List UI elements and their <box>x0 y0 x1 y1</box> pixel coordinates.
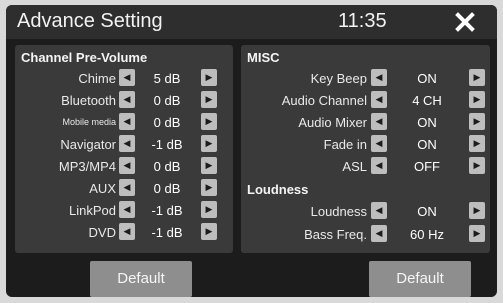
row-mp3-mp4: MP3/MP4 ◀ 0 dB ▶ <box>15 157 233 175</box>
row-label: LinkPod <box>69 203 116 218</box>
row-label: Bass Freq. <box>304 227 367 242</box>
row-value: 0 dB <box>153 159 181 174</box>
section-title-misc: MISC <box>247 50 280 65</box>
row-label: Navigator <box>60 137 116 152</box>
row-label: Mobile media <box>62 117 116 127</box>
decrease-button[interactable]: ◀ <box>371 69 387 86</box>
row-value: ON <box>417 115 437 130</box>
row-audio-channel: Audio Channel ◀ 4 CH ▶ <box>241 91 490 109</box>
increase-button[interactable]: ▶ <box>469 69 485 86</box>
row-asl: ASL ◀ OFF ▶ <box>241 157 490 175</box>
row-label: MP3/MP4 <box>58 159 116 174</box>
increase-button[interactable]: ▶ <box>469 157 485 174</box>
decrease-button[interactable]: ◀ <box>119 157 135 174</box>
row-bass-freq: Bass Freq. ◀ 60 Hz ▶ <box>241 225 490 243</box>
decrease-button[interactable]: ◀ <box>119 223 135 240</box>
decrease-button[interactable]: ◀ <box>119 91 135 108</box>
increase-button[interactable]: ▶ <box>201 135 217 152</box>
row-value: 4 CH <box>412 93 442 108</box>
row-chime: Chime ◀ 5 dB ▶ <box>15 69 233 87</box>
row-dvd: DVD ◀ -1 dB ▶ <box>15 223 233 241</box>
row-aux: AUX ◀ 0 dB ▶ <box>15 179 233 197</box>
row-value: OFF <box>414 159 440 174</box>
row-linkpod: LinkPod ◀ -1 dB ▶ <box>15 201 233 219</box>
row-bluetooth: Bluetooth ◀ 0 dB ▶ <box>15 91 233 109</box>
increase-button[interactable]: ▶ <box>469 135 485 152</box>
increase-button[interactable]: ▶ <box>469 225 485 242</box>
section-title-channel-pre-volume: Channel Pre-Volume <box>21 50 148 65</box>
row-loudness: Loudness ◀ ON ▶ <box>241 202 490 220</box>
row-label: Audio Channel <box>281 93 367 108</box>
row-label: Key Beep <box>310 71 367 86</box>
increase-button[interactable]: ▶ <box>469 202 485 219</box>
decrease-button[interactable]: ◀ <box>371 91 387 108</box>
decrease-button[interactable]: ◀ <box>371 157 387 174</box>
row-mobile-media: Mobile media ◀ 0 dB ▶ <box>15 113 233 131</box>
row-value: ON <box>417 137 437 152</box>
decrease-button[interactable]: ◀ <box>371 225 387 242</box>
increase-button[interactable]: ▶ <box>469 113 485 130</box>
increase-button[interactable]: ▶ <box>201 69 217 86</box>
settings-screen: Advance Setting 11:35 Channel Pre-Volume… <box>6 5 497 297</box>
clock: 11:35 <box>338 10 387 32</box>
channel-pre-volume-panel: Channel Pre-Volume Chime ◀ 5 dB ▶ Blueto… <box>15 45 233 253</box>
increase-button[interactable]: ▶ <box>201 157 217 174</box>
section-title-loudness: Loudness <box>247 182 309 197</box>
row-key-beep: Key Beep ◀ ON ▶ <box>241 69 490 87</box>
decrease-button[interactable]: ◀ <box>119 179 135 196</box>
row-label: AUX <box>89 181 116 196</box>
decrease-button[interactable]: ◀ <box>119 135 135 152</box>
decrease-button[interactable]: ◀ <box>119 201 135 218</box>
title-bar: Advance Setting 11:35 <box>6 5 497 39</box>
row-value: 0 dB <box>153 181 181 196</box>
row-audio-mixer: Audio Mixer ◀ ON ▶ <box>241 113 490 131</box>
row-value: 5 dB <box>153 71 181 86</box>
default-button-left[interactable]: Default <box>90 261 192 297</box>
row-label: Audio Mixer <box>298 115 367 130</box>
row-label: Loudness <box>310 204 367 219</box>
default-button-right[interactable]: Default <box>369 261 471 297</box>
increase-button[interactable]: ▶ <box>201 91 217 108</box>
row-label: Chime <box>78 71 116 86</box>
row-label: ASL <box>342 159 367 174</box>
misc-panel: MISC Key Beep ◀ ON ▶ Audio Channel ◀ 4 C… <box>241 45 490 253</box>
row-value: -1 dB <box>151 225 183 240</box>
row-value: -1 dB <box>151 137 183 152</box>
row-label: Fade in <box>323 137 367 152</box>
decrease-button[interactable]: ◀ <box>371 202 387 219</box>
row-value: ON <box>417 71 437 86</box>
increase-button[interactable]: ▶ <box>201 113 217 130</box>
row-value: 60 Hz <box>410 227 444 242</box>
row-value: 0 dB <box>153 115 181 130</box>
page-title: Advance Setting <box>17 10 163 32</box>
decrease-button[interactable]: ◀ <box>371 135 387 152</box>
row-value: ON <box>417 204 437 219</box>
decrease-button[interactable]: ◀ <box>119 69 135 86</box>
decrease-button[interactable]: ◀ <box>119 113 135 130</box>
row-navigator: Navigator ◀ -1 dB ▶ <box>15 135 233 153</box>
increase-button[interactable]: ▶ <box>201 201 217 218</box>
row-label: Bluetooth <box>61 93 116 108</box>
increase-button[interactable]: ▶ <box>469 91 485 108</box>
increase-button[interactable]: ▶ <box>201 223 217 240</box>
close-icon[interactable] <box>455 12 475 32</box>
decrease-button[interactable]: ◀ <box>371 113 387 130</box>
increase-button[interactable]: ▶ <box>201 179 217 196</box>
row-label: DVD <box>88 225 116 240</box>
row-fade-in: Fade in ◀ ON ▶ <box>241 135 490 153</box>
row-value: -1 dB <box>151 203 183 218</box>
row-value: 0 dB <box>153 93 181 108</box>
